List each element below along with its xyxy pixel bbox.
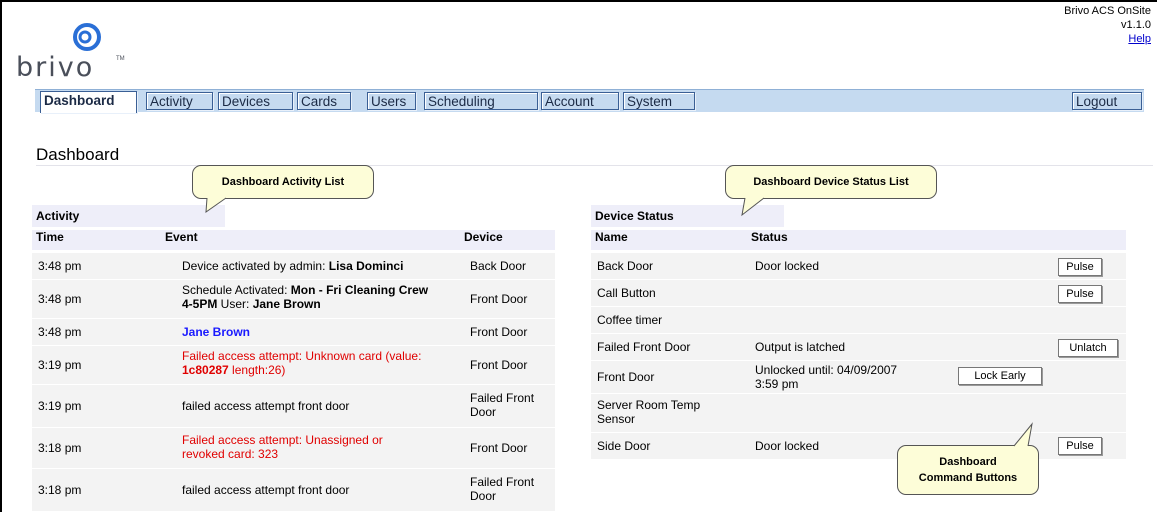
product-info: Brivo ACS OnSite v1.1.0 Help <box>1064 4 1151 46</box>
brivo-logo-icon <box>73 23 101 51</box>
device-name: Coffee timer <box>597 313 663 327</box>
tab-system[interactable]: System <box>623 92 695 110</box>
activity-panel-title: Activity <box>32 205 225 227</box>
activity-row: 3:48 pm Jane Brown Front Door <box>32 319 555 345</box>
activity-device: Failed Front Door <box>470 391 535 419</box>
activity-row: 3:48 pm Device activated by admin: Lisa … <box>32 253 555 279</box>
device-status: Unlocked until: 04/09/2007 3:59 pm <box>755 363 898 391</box>
pulse-button[interactable]: Pulse <box>1058 285 1102 303</box>
device-status: Output is latched <box>755 340 846 354</box>
pulse-button[interactable]: Pulse <box>1058 437 1102 455</box>
activity-device: Front Door <box>470 292 528 306</box>
device-row: Back Door Door locked Pulse <box>591 253 1126 279</box>
activity-row: 3:18 pm failed access attempt front door… <box>32 469 555 511</box>
activity-time: 3:48 pm <box>38 325 82 339</box>
callout-command-buttons: Dashboard Command Buttons <box>897 445 1039 495</box>
tab-dashboard[interactable]: Dashboard <box>40 91 137 113</box>
activity-row: 3:48 pm Schedule Activated: Mon - Fri Cl… <box>32 280 555 318</box>
activity-event: Device activated by admin: Lisa Dominci <box>182 259 404 273</box>
logout-button[interactable]: Logout <box>1072 92 1142 110</box>
device-col-status: Status <box>751 230 788 244</box>
activity-row: 3:19 pm failed access attempt front door… <box>32 385 555 427</box>
device-name: Back Door <box>597 259 654 273</box>
product-name: Brivo ACS OnSite <box>1064 5 1151 17</box>
device-row: Call Button Pulse <box>591 280 1126 306</box>
callout-device-status-pointer <box>741 197 765 217</box>
activity-event: Failed access attempt: Unassigned or revo… <box>182 433 383 461</box>
logo-trademark: TM <box>116 56 125 62</box>
activity-device: Front Door <box>470 358 528 372</box>
activity-col-event: Event <box>165 230 198 244</box>
device-status: Door locked <box>755 439 820 453</box>
activity-time: 3:18 pm <box>38 441 82 455</box>
device-row: Side Door Door locked Pulse <box>591 433 1126 459</box>
device-row: Failed Front Door Output is latched Unla… <box>591 334 1126 360</box>
product-version: v1.1.0 <box>1121 19 1151 31</box>
device-row: Front Door Unlocked until: 04/09/2007 3:5… <box>591 361 1126 393</box>
activity-event: Schedule Activated: Mon - Fri Cleaning C… <box>182 283 429 311</box>
unlatch-button[interactable]: Unlatch <box>1058 339 1118 357</box>
tab-devices[interactable]: Devices <box>218 92 293 110</box>
device-status: Door locked <box>755 259 820 273</box>
tab-cards[interactable]: Cards <box>297 92 351 110</box>
tab-scheduling[interactable]: Scheduling <box>424 92 538 110</box>
activity-col-device: Device <box>464 230 503 244</box>
activity-event: failed access attempt front door <box>182 399 350 413</box>
device-name: Failed Front Door <box>597 340 691 354</box>
device-row: Server Room Temp Sensor <box>591 394 1126 432</box>
activity-time: 3:19 pm <box>38 358 82 372</box>
main-nav: Dashboard Activity Devices Cards Users S… <box>35 89 1144 113</box>
activity-event: Failed access attempt: Unknown card (val… <box>182 349 422 377</box>
device-row: Coffee timer <box>591 307 1126 333</box>
callout-device-status-list: Dashboard Device Status List <box>725 165 937 199</box>
activity-time: 3:19 pm <box>38 399 82 413</box>
activity-row: 3:18 pm Failed access attempt: Unassigne… <box>32 428 555 468</box>
activity-device: Failed Front Door <box>470 475 535 503</box>
activity-device: Front Door <box>470 441 528 455</box>
device-name: Server Room Temp Sensor <box>597 398 701 426</box>
app-window: brivo TM Brivo ACS OnSite v1.1.0 Help Da… <box>0 0 1157 512</box>
device-col-name: Name <box>595 230 628 244</box>
pulse-button[interactable]: Pulse <box>1058 258 1102 276</box>
activity-event: failed access attempt front door <box>182 483 350 497</box>
activity-col-time: Time <box>36 230 64 244</box>
logo-text: brivo <box>16 52 95 83</box>
activity-time: 3:18 pm <box>38 483 82 497</box>
activity-device: Back Door <box>470 259 527 273</box>
activity-device: Front Door <box>470 325 528 339</box>
callout-activity-pointer <box>205 197 227 214</box>
help-link[interactable]: Help <box>1128 33 1151 45</box>
lock-early-button[interactable]: Lock Early <box>958 367 1042 385</box>
callout-activity-list: Dashboard Activity List <box>192 165 374 199</box>
activity-row: 3:19 pm Failed access attempt: Unknown c… <box>32 346 555 384</box>
activity-column-headers: Time Event Device <box>32 230 555 250</box>
user-link-jane-brown[interactable]: Jane Brown <box>182 325 250 339</box>
tab-activity[interactable]: Activity <box>146 92 213 110</box>
callout-command-buttons-pointer <box>1013 422 1033 447</box>
device-name: Call Button <box>597 286 656 300</box>
device-name: Front Door <box>597 370 655 384</box>
page-title: Dashboard <box>36 145 120 164</box>
tab-users[interactable]: Users <box>367 92 416 110</box>
activity-time: 3:48 pm <box>38 292 82 306</box>
device-status-column-headers: Name Status <box>591 230 1126 250</box>
device-name: Side Door <box>597 439 651 453</box>
tab-account[interactable]: Account <box>541 92 619 110</box>
brivo-logo: brivo TM <box>16 22 126 83</box>
activity-time: 3:48 pm <box>38 259 82 273</box>
